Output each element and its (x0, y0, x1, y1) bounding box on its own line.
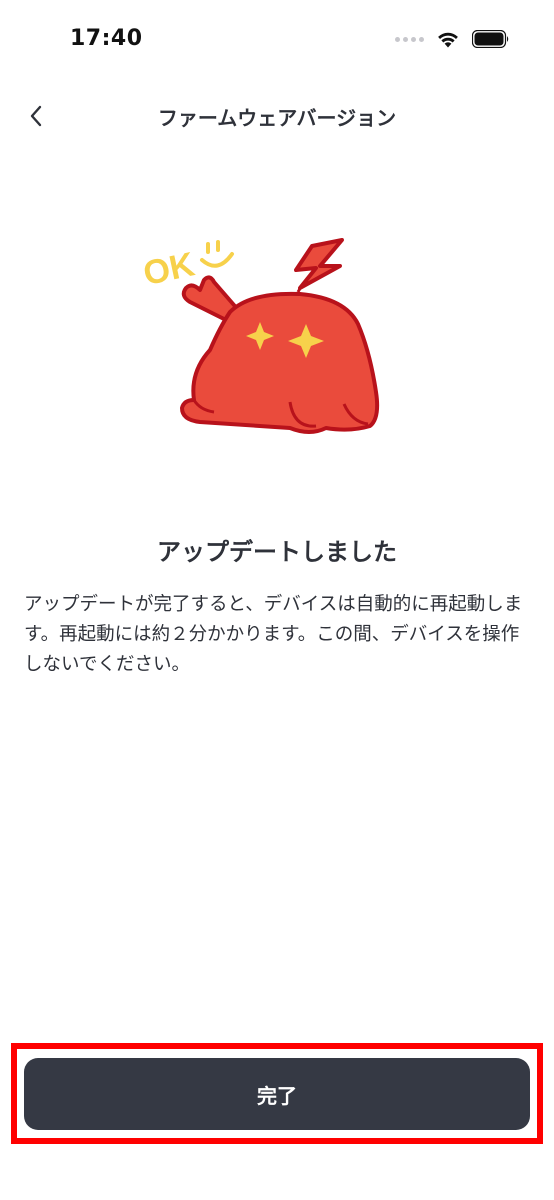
update-description: アップデートが完了すると、デバイスは自動的に再起動します。再起動には約２分かかり… (24, 594, 523, 675)
page-title: ファームウェアバージョン (157, 106, 397, 130)
navigation-bar: ファームウェアバージョン (0, 90, 554, 142)
wifi-icon (438, 32, 458, 48)
status-icons (395, 30, 510, 48)
status-time: 17:40 (70, 26, 143, 51)
mascot-illustration: OK (130, 232, 390, 442)
smile-icon (200, 240, 234, 268)
status-bar: 17:40 (0, 0, 554, 80)
cellular-signal-icon (395, 36, 424, 42)
update-complete-heading: アップデートしました (157, 538, 397, 566)
battery-icon (472, 30, 509, 48)
lightning-icon (294, 238, 344, 290)
done-button[interactable]: 完了 (24, 1058, 530, 1130)
